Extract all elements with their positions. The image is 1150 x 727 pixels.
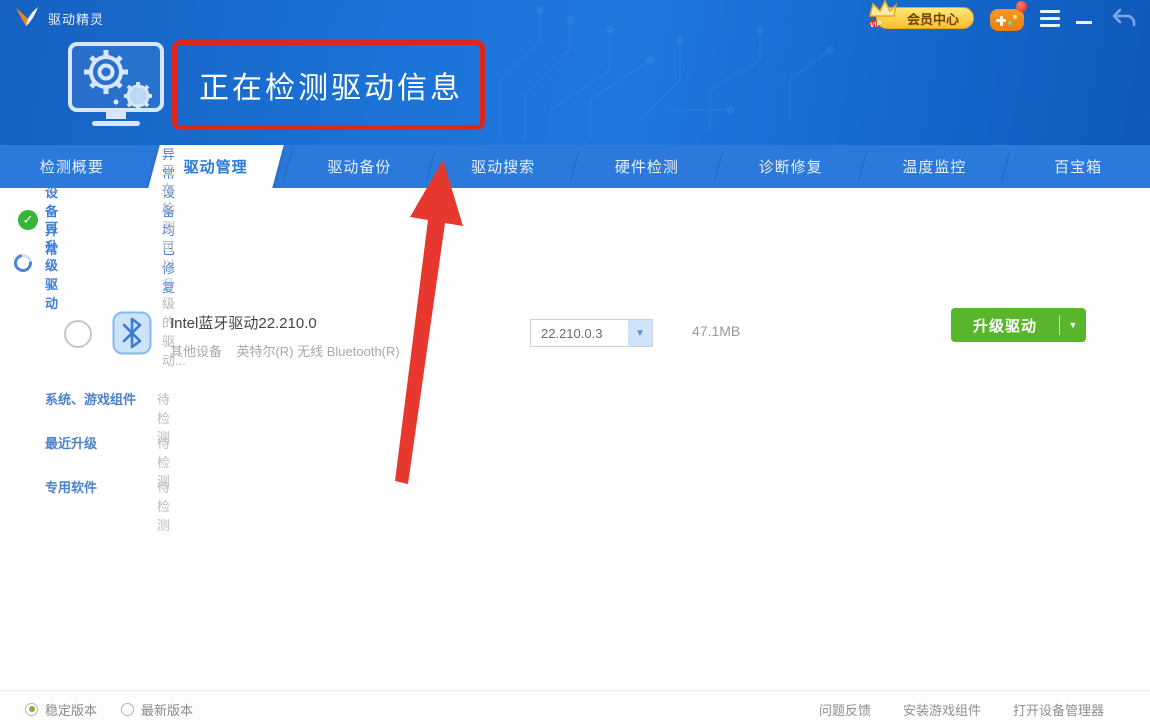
app-name: 驱动精灵 xyxy=(48,9,104,28)
bluetooth-icon xyxy=(112,311,152,355)
monitor-gears-icon xyxy=(62,36,170,134)
tab-toolbox[interactable]: 百宝箱 xyxy=(1006,145,1150,188)
radio-latest-version[interactable]: 最新版本 xyxy=(121,700,193,719)
driver-name: Intel蓝牙驱动22.210.0 xyxy=(170,312,317,333)
version-value: 22.210.0.3 xyxy=(531,320,628,346)
footer-links: 问题反馈 安装游戏组件 打开设备管理器 xyxy=(819,700,1104,719)
main-content: ✓ 设备异常 异常设备均已修复 可升级驱动 正在检测可以升级的驱动... Int… xyxy=(0,188,1150,690)
radio-stable-version[interactable]: 稳定版本 xyxy=(25,700,97,719)
menu-icon[interactable] xyxy=(1040,10,1060,27)
driver-category: 其他设备 xyxy=(170,344,222,359)
tab-detect-summary[interactable]: 检测概要 xyxy=(0,145,144,188)
radio-label: 稳定版本 xyxy=(45,700,97,719)
driver-select-radio[interactable] xyxy=(64,320,92,348)
minimize-icon[interactable] xyxy=(1076,10,1094,26)
app-logo-icon xyxy=(14,6,40,30)
version-dropdown-caret-icon[interactable]: ▼ xyxy=(628,320,652,346)
annotation-highlight-box: 正在检测驱动信息 xyxy=(172,40,485,130)
loading-spinner-icon xyxy=(10,250,35,275)
tab-diagnose-repair[interactable]: 诊断修复 xyxy=(719,145,863,188)
undo-back-icon[interactable] xyxy=(1110,7,1136,29)
vip-crown-icon: VIP xyxy=(865,0,899,30)
link-open-device-manager[interactable]: 打开设备管理器 xyxy=(1013,700,1104,719)
upgrade-dropdown-caret-icon[interactable]: ▼ xyxy=(1060,320,1086,330)
gamepad-button-dot2 xyxy=(1008,21,1012,25)
category-label: 专用软件 xyxy=(45,477,97,496)
success-check-icon: ✓ xyxy=(18,210,38,230)
driver-size: 47.1MB xyxy=(692,323,740,339)
status-label: 可升级驱动 xyxy=(45,217,58,312)
app-window: 驱动精灵 VIP 会员中心 xyxy=(0,0,1150,727)
game-center-icon[interactable] xyxy=(990,5,1024,31)
status-value: 正在检测可以升级的驱动... xyxy=(162,160,186,369)
radio-circle xyxy=(121,703,134,716)
upgrade-driver-button[interactable]: 升级驱动 ▼ xyxy=(951,308,1086,342)
vip-button-label: 会员中心 xyxy=(907,9,959,28)
version-channel-radios: 稳定版本 最新版本 xyxy=(25,700,193,719)
gamepad-dpad-v xyxy=(1000,16,1003,26)
version-select[interactable]: 22.210.0.3 ▼ xyxy=(530,319,653,347)
tab-hardware-detect[interactable]: 硬件检测 xyxy=(575,145,719,188)
header-banner: 驱动精灵 VIP 会员中心 xyxy=(0,0,1150,145)
tab-driver-search[interactable]: 驱动搜索 xyxy=(431,145,575,188)
tab-driver-backup[interactable]: 驱动备份 xyxy=(288,145,432,188)
link-install-game-components[interactable]: 安装游戏组件 xyxy=(903,700,981,719)
driver-detail: 其他设备 英特尔(R) 无线 Bluetooth(R) xyxy=(170,341,400,360)
gamepad-button-dot xyxy=(1013,15,1017,19)
category-label: 最近升级 xyxy=(45,433,97,452)
titlebar: 驱动精灵 VIP 会员中心 xyxy=(0,0,1150,36)
notification-badge xyxy=(1016,1,1027,12)
radio-label: 最新版本 xyxy=(141,700,193,719)
driver-device: 英特尔(R) 无线 Bluetooth(R) xyxy=(236,344,399,359)
radio-circle xyxy=(25,703,38,716)
link-feedback[interactable]: 问题反馈 xyxy=(819,700,871,719)
svg-text:VIP: VIP xyxy=(870,21,882,30)
tab-temperature-monitor[interactable]: 温度监控 xyxy=(863,145,1007,188)
category-label: 系统、游戏组件 xyxy=(45,389,136,408)
footer-bar: 稳定版本 最新版本 问题反馈 安装游戏组件 打开设备管理器 xyxy=(0,690,1150,727)
upgrade-button-label: 升级驱动 xyxy=(951,315,1059,336)
page-title: 正在检测驱动信息 xyxy=(177,63,463,107)
category-status: 待检测 xyxy=(157,477,170,534)
vip-member-center-button[interactable]: VIP 会员中心 xyxy=(876,7,974,29)
